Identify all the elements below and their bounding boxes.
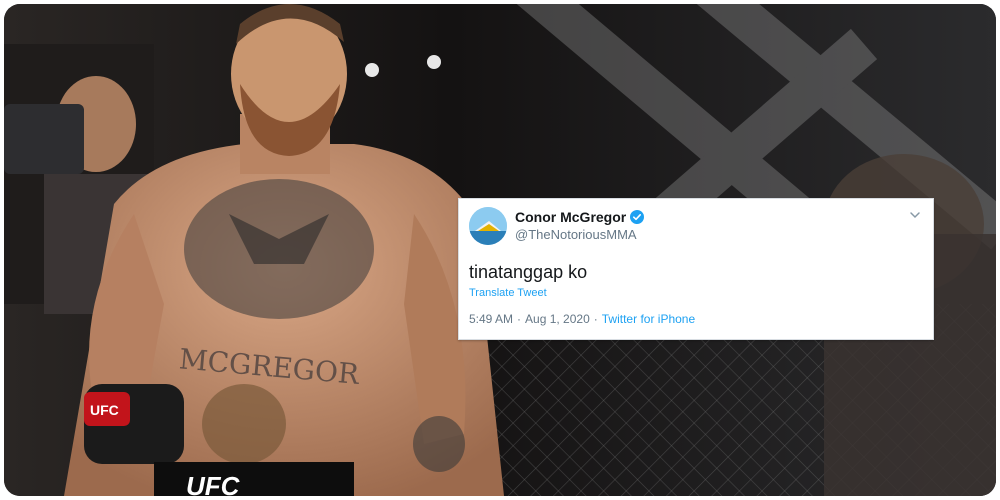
- verified-badge-icon: [630, 210, 645, 224]
- avatar[interactable]: [469, 207, 507, 245]
- tweet-time[interactable]: 5:49 AM: [469, 312, 513, 326]
- image-frame: MCGREGOR UFC UFC Conor McGregor @TheNoto…: [4, 4, 996, 496]
- tweet-metadata: 5:49 AM · Aug 1, 2020 · Twitter for iPhone: [469, 312, 695, 326]
- chevron-down-icon[interactable]: [909, 209, 921, 221]
- handle[interactable]: @TheNotoriousMMA: [515, 227, 637, 242]
- display-name[interactable]: Conor McGregor: [515, 209, 626, 225]
- tweet-source-link[interactable]: Twitter for iPhone: [602, 312, 695, 326]
- name-row: Conor McGregor: [515, 209, 645, 225]
- tweet-date[interactable]: Aug 1, 2020: [525, 312, 590, 326]
- tweet-text: tinatanggap ko: [469, 262, 588, 282]
- glove-lettering: UFC: [90, 402, 119, 418]
- meta-separator: ·: [517, 312, 522, 326]
- trunks-logo: UFC: [186, 471, 241, 496]
- meta-separator: ·: [593, 312, 598, 326]
- translate-tweet-link[interactable]: Translate Tweet: [469, 287, 547, 299]
- tweet-card[interactable]: Conor McGregor @TheNotoriousMMA tinatang…: [458, 198, 934, 340]
